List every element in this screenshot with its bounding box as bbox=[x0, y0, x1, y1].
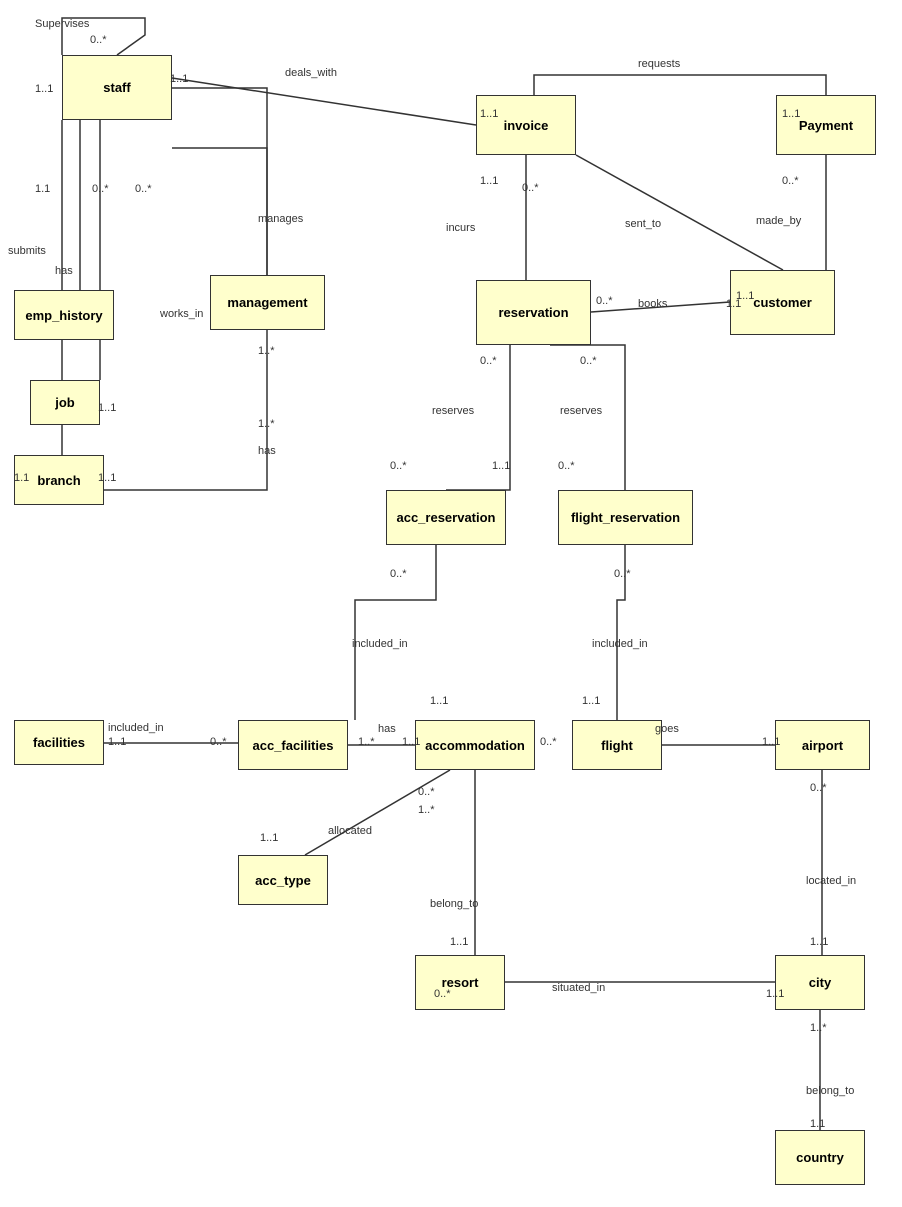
label-11-invoice: 1..1 bbox=[480, 108, 498, 120]
label-0star-acc-inc: 0..* bbox=[390, 568, 407, 580]
label-11-flt-top: 1..1 bbox=[582, 695, 600, 707]
label-0star-accfac: 0..* bbox=[210, 736, 227, 748]
label-11-resort-top: 1..1 bbox=[450, 936, 468, 948]
label-deals-with: deals_with bbox=[285, 67, 337, 79]
label-0star-acc-bot: 0..* bbox=[418, 786, 435, 798]
label-0star-resort: 0..* bbox=[434, 988, 451, 1000]
entity-management: management bbox=[210, 275, 325, 330]
entity-staff: staff bbox=[62, 55, 172, 120]
label-0star-flt-res: 0..* bbox=[558, 460, 575, 472]
label-11-staff-left2: 1.1 bbox=[35, 183, 50, 195]
label-11-fac: 1..1 bbox=[108, 736, 126, 748]
label-reserves-flt: reserves bbox=[560, 405, 602, 417]
label-works-in: works_in bbox=[160, 308, 203, 320]
label-11-deals: 1..1 bbox=[170, 73, 188, 85]
label-books: books bbox=[638, 298, 667, 310]
entity-resort: resort bbox=[415, 955, 505, 1010]
label-0star-flt-inc: 0..* bbox=[614, 568, 631, 580]
label-0star-flt-acc: 0..* bbox=[540, 736, 557, 748]
label-11-branch-left: 1.1 bbox=[14, 472, 29, 484]
label-submits: submits bbox=[8, 245, 46, 257]
label-11-acctype: 1..1 bbox=[260, 832, 278, 844]
label-goes: goes bbox=[655, 723, 679, 735]
label-0star-supervises: 0..* bbox=[90, 34, 107, 46]
label-11-staff-left: 1..1 bbox=[35, 83, 53, 95]
label-supervises: Supervises bbox=[35, 18, 89, 30]
label-requests: requests bbox=[638, 58, 680, 70]
label-11-city-top: 1..1 bbox=[810, 936, 828, 948]
label-11-res-acc: 1..1 bbox=[492, 460, 510, 472]
label-0star-res-acc: 0..* bbox=[480, 355, 497, 367]
label-0star-staff-right2: 0..* bbox=[135, 183, 152, 195]
label-1star-mgmt: 1..* bbox=[258, 345, 275, 357]
entity-payment: Payment bbox=[776, 95, 876, 155]
entity-flight-reservation: flight_reservation bbox=[558, 490, 693, 545]
label-located-in: located_in bbox=[806, 875, 856, 887]
entity-acc-type: acc_type bbox=[238, 855, 328, 905]
label-included-in-acc: included_in bbox=[352, 638, 408, 650]
label-11-airport: 1..1 bbox=[762, 736, 780, 748]
label-0star-res-cust: 0..* bbox=[596, 295, 613, 307]
entity-accommodation: accommodation bbox=[415, 720, 535, 770]
label-included-in-fac: included_in bbox=[108, 722, 164, 734]
label-0star-payment: 0..* bbox=[782, 175, 799, 187]
label-11-has-acc: 1..1 bbox=[402, 736, 420, 748]
entity-job: job bbox=[30, 380, 100, 425]
label-made-by: made_by bbox=[756, 215, 801, 227]
entity-city: city bbox=[775, 955, 865, 1010]
label-allocated: allocated bbox=[328, 825, 372, 837]
label-sent-to: sent_to bbox=[625, 218, 661, 230]
label-situated-in: situated_in bbox=[552, 982, 605, 994]
label-has-accfac: has bbox=[378, 723, 396, 735]
label-incurs: incurs bbox=[446, 222, 475, 234]
label-1star-accfac-has: 1..* bbox=[358, 736, 375, 748]
label-has-mgmt: has bbox=[258, 445, 276, 457]
label-11-branch-right: 1..1 bbox=[98, 472, 116, 484]
label-0star-airport: 0..* bbox=[810, 782, 827, 794]
uml-diagram: staff emp_history job branch management … bbox=[0, 0, 902, 1207]
entity-invoice: invoice bbox=[476, 95, 576, 155]
connection-lines bbox=[0, 0, 902, 1207]
entity-acc-reservation: acc_reservation bbox=[386, 490, 506, 545]
label-0star-acc-res: 0..* bbox=[390, 460, 407, 472]
label-included-in-flt: included_in bbox=[592, 638, 648, 650]
entity-airport: airport bbox=[775, 720, 870, 770]
label-reserves-acc: reserves bbox=[432, 405, 474, 417]
label-0star-res-flt: 0..* bbox=[580, 355, 597, 367]
entity-emp-history: emp_history bbox=[14, 290, 114, 340]
label-belong-to-resort: belong_to bbox=[430, 898, 478, 910]
label-11-country: 1.1 bbox=[810, 1118, 825, 1130]
label-0star-staff-mid: 0..* bbox=[92, 183, 109, 195]
entity-reservation: reservation bbox=[476, 280, 591, 345]
label-11-cust: 1..1 bbox=[736, 290, 754, 302]
label-11-acc-top: 1..1 bbox=[430, 695, 448, 707]
label-11-job: 1..1 bbox=[98, 402, 116, 414]
label-11-payment: 1..1 bbox=[782, 108, 800, 120]
entity-flight: flight bbox=[572, 720, 662, 770]
label-has-staff: has bbox=[55, 265, 73, 277]
label-manages: manages bbox=[258, 213, 303, 225]
label-0star-inv-res: 0..* bbox=[522, 182, 539, 194]
label-11-situated: 1..1 bbox=[766, 988, 784, 1000]
label-belong-to-country: belong_to bbox=[806, 1085, 854, 1097]
label-1star-city: 1..* bbox=[810, 1022, 827, 1034]
entity-country: country bbox=[775, 1130, 865, 1185]
label-11-invoice2: 1..1 bbox=[480, 175, 498, 187]
entity-acc-facilities: acc_facilities bbox=[238, 720, 348, 770]
entity-facilities: facilities bbox=[14, 720, 104, 765]
entity-customer: customer bbox=[730, 270, 835, 335]
label-1star-acc-bot: 1..* bbox=[418, 804, 435, 816]
label-1star-mgmt2: 1..* bbox=[258, 418, 275, 430]
